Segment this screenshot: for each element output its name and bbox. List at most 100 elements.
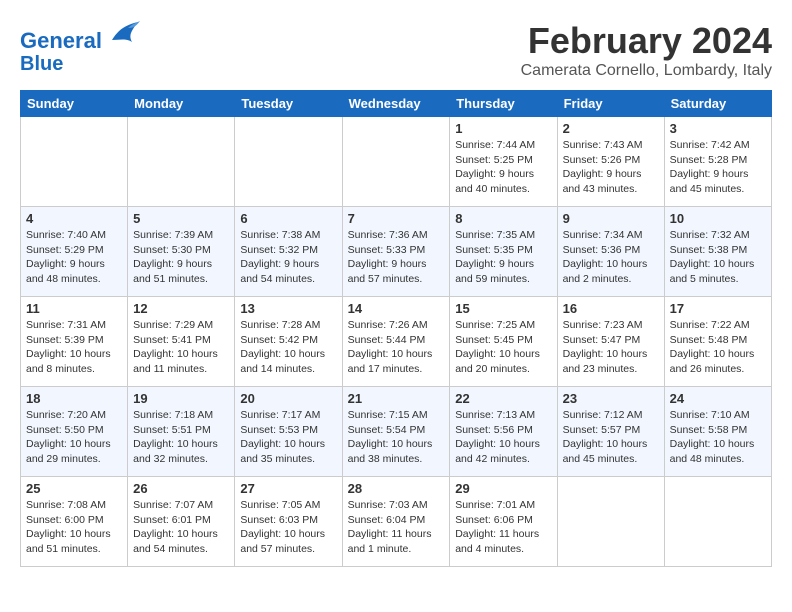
calendar-cell: 2 Sunrise: 7:43 AM Sunset: 5:26 PM Daylig…	[557, 117, 664, 207]
day-info: Sunrise: 7:25 AM Sunset: 5:45 PM Dayligh…	[455, 318, 551, 377]
calendar-cell: 22Sunrise: 7:13 AM Sunset: 5:56 PM Dayli…	[450, 387, 557, 477]
calendar-cell: 8 Sunrise: 7:35 AM Sunset: 5:35 PM Daylig…	[450, 207, 557, 297]
day-info: Sunrise: 7:43 AM Sunset: 5:26 PM Dayligh…	[563, 138, 659, 197]
calendar-cell: 15 Sunrise: 7:25 AM Sunset: 5:45 PM Dayli…	[450, 297, 557, 387]
calendar-cell: 13 Sunrise: 7:28 AM Sunset: 5:42 PM Dayli…	[235, 297, 342, 387]
logo-text2: Blue	[20, 53, 140, 75]
week-row-1: 1 Sunrise: 7:44 AM Sunset: 5:25 PM Daylig…	[21, 117, 772, 207]
weekday-header-friday: Friday	[557, 91, 664, 117]
calendar-cell: 29 Sunrise: 7:01 AM Sunset: 6:06 PM Dayli…	[450, 477, 557, 567]
day-number: 19	[133, 391, 229, 406]
calendar-cell: 27Sunrise: 7:05 AM Sunset: 6:03 PM Dayli…	[235, 477, 342, 567]
day-info: Sunrise: 7:36 AM Sunset: 5:33 PM Dayligh…	[348, 228, 445, 287]
day-info: Sunrise: 7:29 AM Sunset: 5:41 PM Dayligh…	[133, 318, 229, 377]
day-info: Sunrise: 7:31 AM Sunset: 5:39 PM Dayligh…	[26, 318, 122, 377]
day-number: 28	[348, 481, 445, 496]
calendar-cell: 6 Sunrise: 7:38 AM Sunset: 5:32 PM Daylig…	[235, 207, 342, 297]
calendar-cell: 1 Sunrise: 7:44 AM Sunset: 5:25 PM Daylig…	[450, 117, 557, 207]
day-number: 16	[563, 301, 659, 316]
calendar-cell	[664, 477, 771, 567]
week-row-3: 11 Sunrise: 7:31 AM Sunset: 5:39 PM Dayli…	[21, 297, 772, 387]
day-number: 13	[240, 301, 336, 316]
day-number: 3	[670, 121, 766, 136]
day-info: Sunrise: 7:08 AM Sunset: 6:00 PM Dayligh…	[26, 498, 122, 557]
day-number: 14	[348, 301, 445, 316]
day-info: Sunrise: 7:07 AM Sunset: 6:01 PM Dayligh…	[133, 498, 229, 557]
calendar-cell: 9Sunrise: 7:34 AM Sunset: 5:36 PM Daylig…	[557, 207, 664, 297]
day-number: 24	[670, 391, 766, 406]
day-number: 5	[133, 211, 229, 226]
calendar-cell: 7 Sunrise: 7:36 AM Sunset: 5:33 PM Daylig…	[342, 207, 450, 297]
calendar-cell: 24 Sunrise: 7:10 AM Sunset: 5:58 PM Dayli…	[664, 387, 771, 477]
calendar-table: SundayMondayTuesdayWednesdayThursdayFrid…	[20, 90, 772, 567]
calendar-cell: 17 Sunrise: 7:22 AM Sunset: 5:48 PM Dayli…	[664, 297, 771, 387]
calendar-cell: 18Sunrise: 7:20 AM Sunset: 5:50 PM Dayli…	[21, 387, 128, 477]
day-info: Sunrise: 7:23 AM Sunset: 5:47 PM Dayligh…	[563, 318, 659, 377]
week-row-2: 4 Sunrise: 7:40 AM Sunset: 5:29 PM Daylig…	[21, 207, 772, 297]
day-number: 11	[26, 301, 122, 316]
day-number: 22	[455, 391, 551, 406]
day-info: Sunrise: 7:26 AM Sunset: 5:44 PM Dayligh…	[348, 318, 445, 377]
logo-bird-icon	[110, 20, 140, 48]
day-number: 20	[240, 391, 336, 406]
day-info: Sunrise: 7:28 AM Sunset: 5:42 PM Dayligh…	[240, 318, 336, 377]
day-info: Sunrise: 7:38 AM Sunset: 5:32 PM Dayligh…	[240, 228, 336, 287]
day-number: 7	[348, 211, 445, 226]
week-row-4: 18Sunrise: 7:20 AM Sunset: 5:50 PM Dayli…	[21, 387, 772, 477]
day-number: 23	[563, 391, 659, 406]
day-number: 15	[455, 301, 551, 316]
day-number: 2	[563, 121, 659, 136]
calendar-cell: 12Sunrise: 7:29 AM Sunset: 5:41 PM Dayli…	[128, 297, 235, 387]
month-title: February 2024	[521, 20, 772, 62]
day-number: 10	[670, 211, 766, 226]
day-info: Sunrise: 7:05 AM Sunset: 6:03 PM Dayligh…	[240, 498, 336, 557]
day-info: Sunrise: 7:32 AM Sunset: 5:38 PM Dayligh…	[670, 228, 766, 287]
weekday-header-saturday: Saturday	[664, 91, 771, 117]
weekday-header-monday: Monday	[128, 91, 235, 117]
day-number: 1	[455, 121, 551, 136]
page-header: General Blue February 2024 Camerata Corn…	[20, 20, 772, 80]
day-number: 26	[133, 481, 229, 496]
weekday-header-sunday: Sunday	[21, 91, 128, 117]
calendar-cell: 26 Sunrise: 7:07 AM Sunset: 6:01 PM Dayli…	[128, 477, 235, 567]
calendar-cell	[21, 117, 128, 207]
day-number: 17	[670, 301, 766, 316]
calendar-cell: 19 Sunrise: 7:18 AM Sunset: 5:51 PM Dayli…	[128, 387, 235, 477]
week-row-5: 25 Sunrise: 7:08 AM Sunset: 6:00 PM Dayli…	[21, 477, 772, 567]
day-info: Sunrise: 7:18 AM Sunset: 5:51 PM Dayligh…	[133, 408, 229, 467]
day-info: Sunrise: 7:01 AM Sunset: 6:06 PM Dayligh…	[455, 498, 551, 557]
day-number: 9	[563, 211, 659, 226]
calendar-cell: 3Sunrise: 7:42 AM Sunset: 5:28 PM Daylig…	[664, 117, 771, 207]
day-info: Sunrise: 7:10 AM Sunset: 5:58 PM Dayligh…	[670, 408, 766, 467]
day-info: Sunrise: 7:22 AM Sunset: 5:48 PM Dayligh…	[670, 318, 766, 377]
calendar-cell: 20 Sunrise: 7:17 AM Sunset: 5:53 PM Dayli…	[235, 387, 342, 477]
logo: General Blue	[20, 20, 140, 75]
day-number: 21	[348, 391, 445, 406]
day-info: Sunrise: 7:40 AM Sunset: 5:29 PM Dayligh…	[26, 228, 122, 287]
day-info: Sunrise: 7:17 AM Sunset: 5:53 PM Dayligh…	[240, 408, 336, 467]
day-info: Sunrise: 7:44 AM Sunset: 5:25 PM Dayligh…	[455, 138, 551, 197]
day-number: 29	[455, 481, 551, 496]
calendar-cell: 25 Sunrise: 7:08 AM Sunset: 6:00 PM Dayli…	[21, 477, 128, 567]
calendar-cell: 23 Sunrise: 7:12 AM Sunset: 5:57 PM Dayli…	[557, 387, 664, 477]
weekday-header-row: SundayMondayTuesdayWednesdayThursdayFrid…	[21, 91, 772, 117]
calendar-cell	[342, 117, 450, 207]
day-number: 25	[26, 481, 122, 496]
calendar-cell: 14 Sunrise: 7:26 AM Sunset: 5:44 PM Dayli…	[342, 297, 450, 387]
day-info: Sunrise: 7:03 AM Sunset: 6:04 PM Dayligh…	[348, 498, 445, 557]
calendar-cell	[235, 117, 342, 207]
weekday-header-thursday: Thursday	[450, 91, 557, 117]
calendar-cell: 11 Sunrise: 7:31 AM Sunset: 5:39 PM Dayli…	[21, 297, 128, 387]
day-number: 4	[26, 211, 122, 226]
calendar-cell: 16 Sunrise: 7:23 AM Sunset: 5:47 PM Dayli…	[557, 297, 664, 387]
day-info: Sunrise: 7:12 AM Sunset: 5:57 PM Dayligh…	[563, 408, 659, 467]
calendar-cell: 5Sunrise: 7:39 AM Sunset: 5:30 PM Daylig…	[128, 207, 235, 297]
weekday-header-tuesday: Tuesday	[235, 91, 342, 117]
day-number: 6	[240, 211, 336, 226]
calendar-cell: 10 Sunrise: 7:32 AM Sunset: 5:38 PM Dayli…	[664, 207, 771, 297]
day-number: 18	[26, 391, 122, 406]
location-title: Camerata Cornello, Lombardy, Italy	[521, 62, 772, 80]
logo-text: General	[20, 20, 140, 53]
day-number: 8	[455, 211, 551, 226]
day-info: Sunrise: 7:35 AM Sunset: 5:35 PM Dayligh…	[455, 228, 551, 287]
